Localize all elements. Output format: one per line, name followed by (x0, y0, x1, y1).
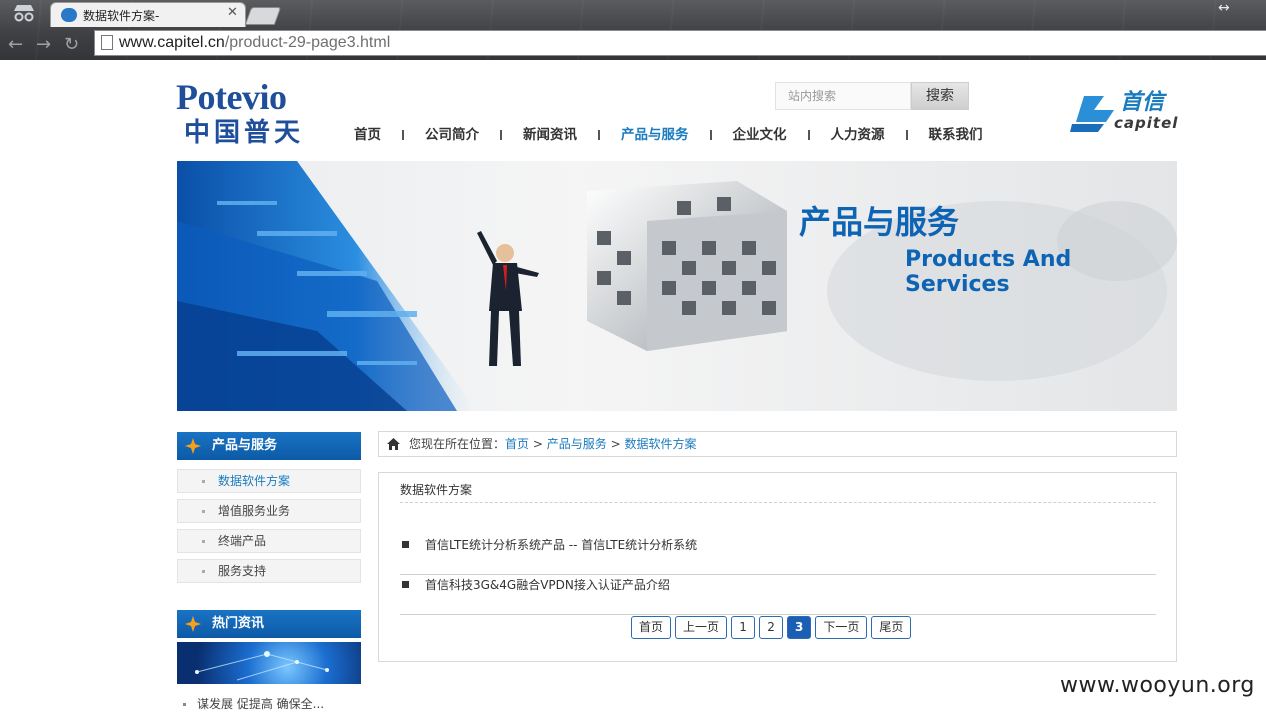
hot-news-item[interactable]: 谋发展 促提高 确保全... (177, 694, 361, 715)
compass-icon (185, 438, 201, 454)
main-nav: 首页 公司简介 新闻资讯 产品与服务 企业文化 人力资源 联系我们 (340, 124, 997, 146)
breadcrumb-separator: > (610, 437, 621, 451)
search-input[interactable]: 站内搜索 (775, 82, 911, 110)
sidebar-section-title: 产品与服务 (212, 438, 278, 453)
sidebar-section-header: 产品与服务 (177, 432, 361, 460)
sidebar-item-value-added[interactable]: 增值服务业务 (177, 499, 361, 523)
breadcrumb-current-link[interactable]: 数据软件方案 (624, 437, 696, 451)
sidebar-item-support[interactable]: 服务支持 (177, 559, 361, 583)
nav-divider (402, 129, 404, 140)
content-title: 数据软件方案 (400, 483, 473, 497)
pagination: 首页 上一页 1 2 3 下一页 尾页 (631, 616, 915, 640)
pager-page-3-current[interactable]: 3 (787, 616, 812, 639)
nav-item-hr[interactable]: 人力资源 (817, 125, 899, 145)
bullet-square-icon (402, 541, 409, 548)
potevio-logo[interactable]: Potevio 中国普天 (176, 77, 328, 148)
tab-close-icon[interactable]: ✕ (227, 5, 238, 20)
bullet-square-icon (402, 581, 409, 588)
pager-next-button[interactable]: 下一页 (815, 616, 868, 639)
sidebar-item-label: 终端产品 (218, 534, 267, 548)
potevio-logo-cn: 中国普天 (184, 118, 305, 148)
breadcrumb-category-link[interactable]: 产品与服务 (547, 437, 607, 451)
bullet-icon (202, 570, 205, 573)
capitel-logo-cn: 首信 (1120, 90, 1165, 115)
title-divider (400, 502, 1156, 503)
breadcrumb-home-link[interactable]: 首页 (505, 437, 529, 451)
home-icon (387, 438, 400, 450)
browser-chrome: 数据软件方案- ✕ ↔ ← → ↻ www.capitel.cn/product… (0, 0, 1266, 60)
pager-last-button[interactable]: 尾页 (871, 616, 912, 639)
reload-icon[interactable]: ↻ (64, 34, 79, 55)
bullet-icon (183, 703, 186, 706)
network-graphic (195, 651, 329, 681)
content-panel: 数据软件方案 首信LTE统计分析系统产品 -- 首信LTE统计分析系统 首信科技… (378, 472, 1177, 662)
bullet-icon (202, 510, 205, 513)
sidebar-item-label: 增值服务业务 (218, 504, 291, 518)
nav-item-culture[interactable]: 企业文化 (719, 125, 801, 145)
capitel-logo-en: capitel (1114, 114, 1179, 132)
businessman-figure (477, 231, 539, 366)
bullet-icon (202, 480, 205, 483)
search-button[interactable]: 搜索 (911, 82, 969, 110)
article-link[interactable]: 首信科技3G&4G融合VPDN接入认证产品介绍 (425, 578, 670, 592)
nav-divider (905, 129, 908, 140)
nav-item-home[interactable]: 首页 (340, 125, 395, 145)
hot-news-item-label: 谋发展 促提高 确保全... (197, 697, 325, 711)
forward-icon[interactable]: → (36, 34, 51, 55)
nav-item-news[interactable]: 新闻资讯 (509, 125, 591, 145)
watermark: www.wooyun.org (1060, 673, 1255, 698)
pager-page-2[interactable]: 2 (759, 616, 784, 639)
nav-divider (500, 129, 502, 140)
back-icon[interactable]: ← (8, 34, 23, 55)
compass-icon (185, 616, 201, 632)
breadcrumb-prefix: 您现在所在位置： (409, 437, 506, 451)
article-link[interactable]: 首信LTE统计分析系统产品 -- 首信LTE统计分析系统 (425, 538, 697, 552)
bullet-icon (202, 540, 205, 543)
article-item[interactable]: 首信科技3G&4G融合VPDN接入认证产品介绍 (400, 575, 1156, 615)
capitel-logo[interactable]: 首信 capitel (1070, 84, 1178, 136)
tab-title: 数据软件方案- (83, 9, 160, 23)
breadcrumb: 您现在所在位置：首页 > 产品与服务 > 数据软件方案 (378, 431, 1177, 457)
capitel-mark-icon (1070, 96, 1114, 132)
page-icon (101, 35, 113, 50)
url-text[interactable]: www.capitel.cn/product-29-page3.html (119, 34, 390, 52)
favicon-icon (61, 8, 77, 22)
hot-news-image[interactable] (177, 642, 361, 684)
nav-item-products[interactable]: 产品与服务 (607, 125, 703, 145)
nav-divider (807, 129, 810, 140)
address-bar[interactable]: www.capitel.cn/product-29-page3.html (94, 30, 1266, 56)
sidebar-item-terminals[interactable]: 终端产品 (177, 529, 361, 553)
resize-icon[interactable]: ↔ (1218, 0, 1230, 16)
hot-news-header: 热门资讯 (177, 610, 361, 638)
sidebar-item-label: 数据软件方案 (218, 474, 291, 488)
banner-title-cn: 产品与服务 (799, 203, 960, 241)
hot-news-title: 热门资讯 (212, 616, 265, 631)
nav-item-contact[interactable]: 联系我们 (915, 125, 997, 145)
browser-tab[interactable]: 数据软件方案- ✕ (50, 2, 246, 27)
nav-divider (709, 129, 712, 140)
nav-divider (598, 129, 600, 140)
pager-page-1[interactable]: 1 (731, 616, 756, 639)
nav-item-about[interactable]: 公司简介 (411, 125, 493, 145)
pager-prev-button[interactable]: 上一页 (675, 616, 728, 639)
hero-banner: 产品与服务 Products And Services (177, 161, 1177, 411)
incognito-icon (6, 1, 42, 27)
pager-first-button[interactable]: 首页 (631, 616, 672, 639)
article-item[interactable]: 首信LTE统计分析系统产品 -- 首信LTE统计分析系统 (400, 535, 1156, 575)
sidebar-item-label: 服务支持 (218, 564, 267, 578)
sidebar-item-data-software[interactable]: 数据软件方案 (177, 469, 361, 493)
banner-title-en: Products And Services (905, 247, 1072, 297)
breadcrumb-separator: > (532, 437, 543, 451)
